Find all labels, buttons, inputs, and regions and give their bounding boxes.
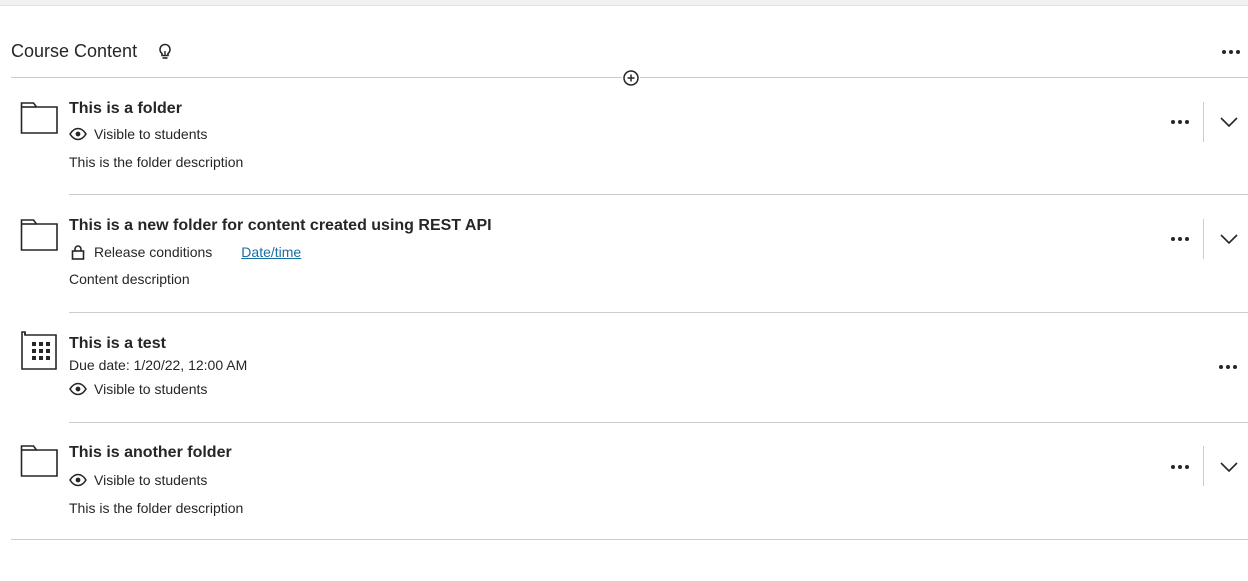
lock-icon	[71, 245, 85, 260]
release-conditions-link[interactable]: Date/time	[241, 244, 301, 260]
visibility-label: Visible to students	[94, 472, 208, 488]
item-title[interactable]: This is a test	[69, 335, 166, 353]
content-item-folder: This is a new folder for content created…	[11, 195, 1248, 313]
folder-icon	[20, 102, 58, 134]
item-description: Content description	[69, 271, 190, 287]
chevron-down-icon[interactable]	[1217, 457, 1241, 477]
item-title[interactable]: This is a folder	[69, 100, 182, 118]
content-item-test: This is a test Due date: 1/20/22, 12:00 …	[11, 313, 1248, 423]
item-visibility[interactable]: Visible to students	[69, 126, 207, 142]
item-release-conditions: Release conditions Date/time	[69, 244, 301, 260]
folder-icon	[20, 219, 58, 251]
visibility-label: Visible to students	[94, 126, 208, 142]
item-description: This is the folder description	[69, 154, 244, 170]
item-visibility[interactable]: Visible to students	[69, 472, 207, 488]
content-item-folder: This is another folder Visible to studen…	[11, 423, 1248, 541]
more-options-icon[interactable]	[1216, 357, 1240, 377]
release-conditions-label: Release conditions	[94, 244, 213, 260]
item-description: This is the folder description	[69, 500, 244, 516]
divider	[1203, 102, 1204, 142]
content-item-folder: This is a folder Visible to students Thi…	[11, 78, 1248, 195]
eye-icon	[69, 473, 87, 487]
item-title[interactable]: This is another folder	[69, 444, 232, 462]
lightbulb-icon[interactable]	[157, 43, 173, 61]
visibility-label: Visible to students	[94, 381, 208, 397]
eye-icon	[69, 127, 87, 141]
top-strip	[0, 0, 1248, 6]
more-options-icon[interactable]	[1168, 112, 1192, 132]
folder-icon	[20, 445, 58, 477]
item-visibility[interactable]: Visible to students	[69, 381, 207, 397]
divider	[1203, 446, 1204, 486]
chevron-down-icon[interactable]	[1217, 112, 1241, 132]
divider	[1203, 219, 1204, 259]
divider	[11, 539, 1248, 540]
eye-icon	[69, 382, 87, 396]
page-title: Course Content	[11, 41, 138, 61]
item-due-date: Due date: 1/20/22, 12:00 AM	[69, 357, 248, 373]
test-icon	[21, 331, 57, 370]
more-options-icon[interactable]	[1168, 457, 1192, 477]
more-options-icon[interactable]	[1218, 43, 1244, 61]
item-title[interactable]: This is a new folder for content created…	[69, 217, 492, 235]
more-options-icon[interactable]	[1168, 229, 1192, 249]
chevron-down-icon[interactable]	[1217, 229, 1241, 249]
